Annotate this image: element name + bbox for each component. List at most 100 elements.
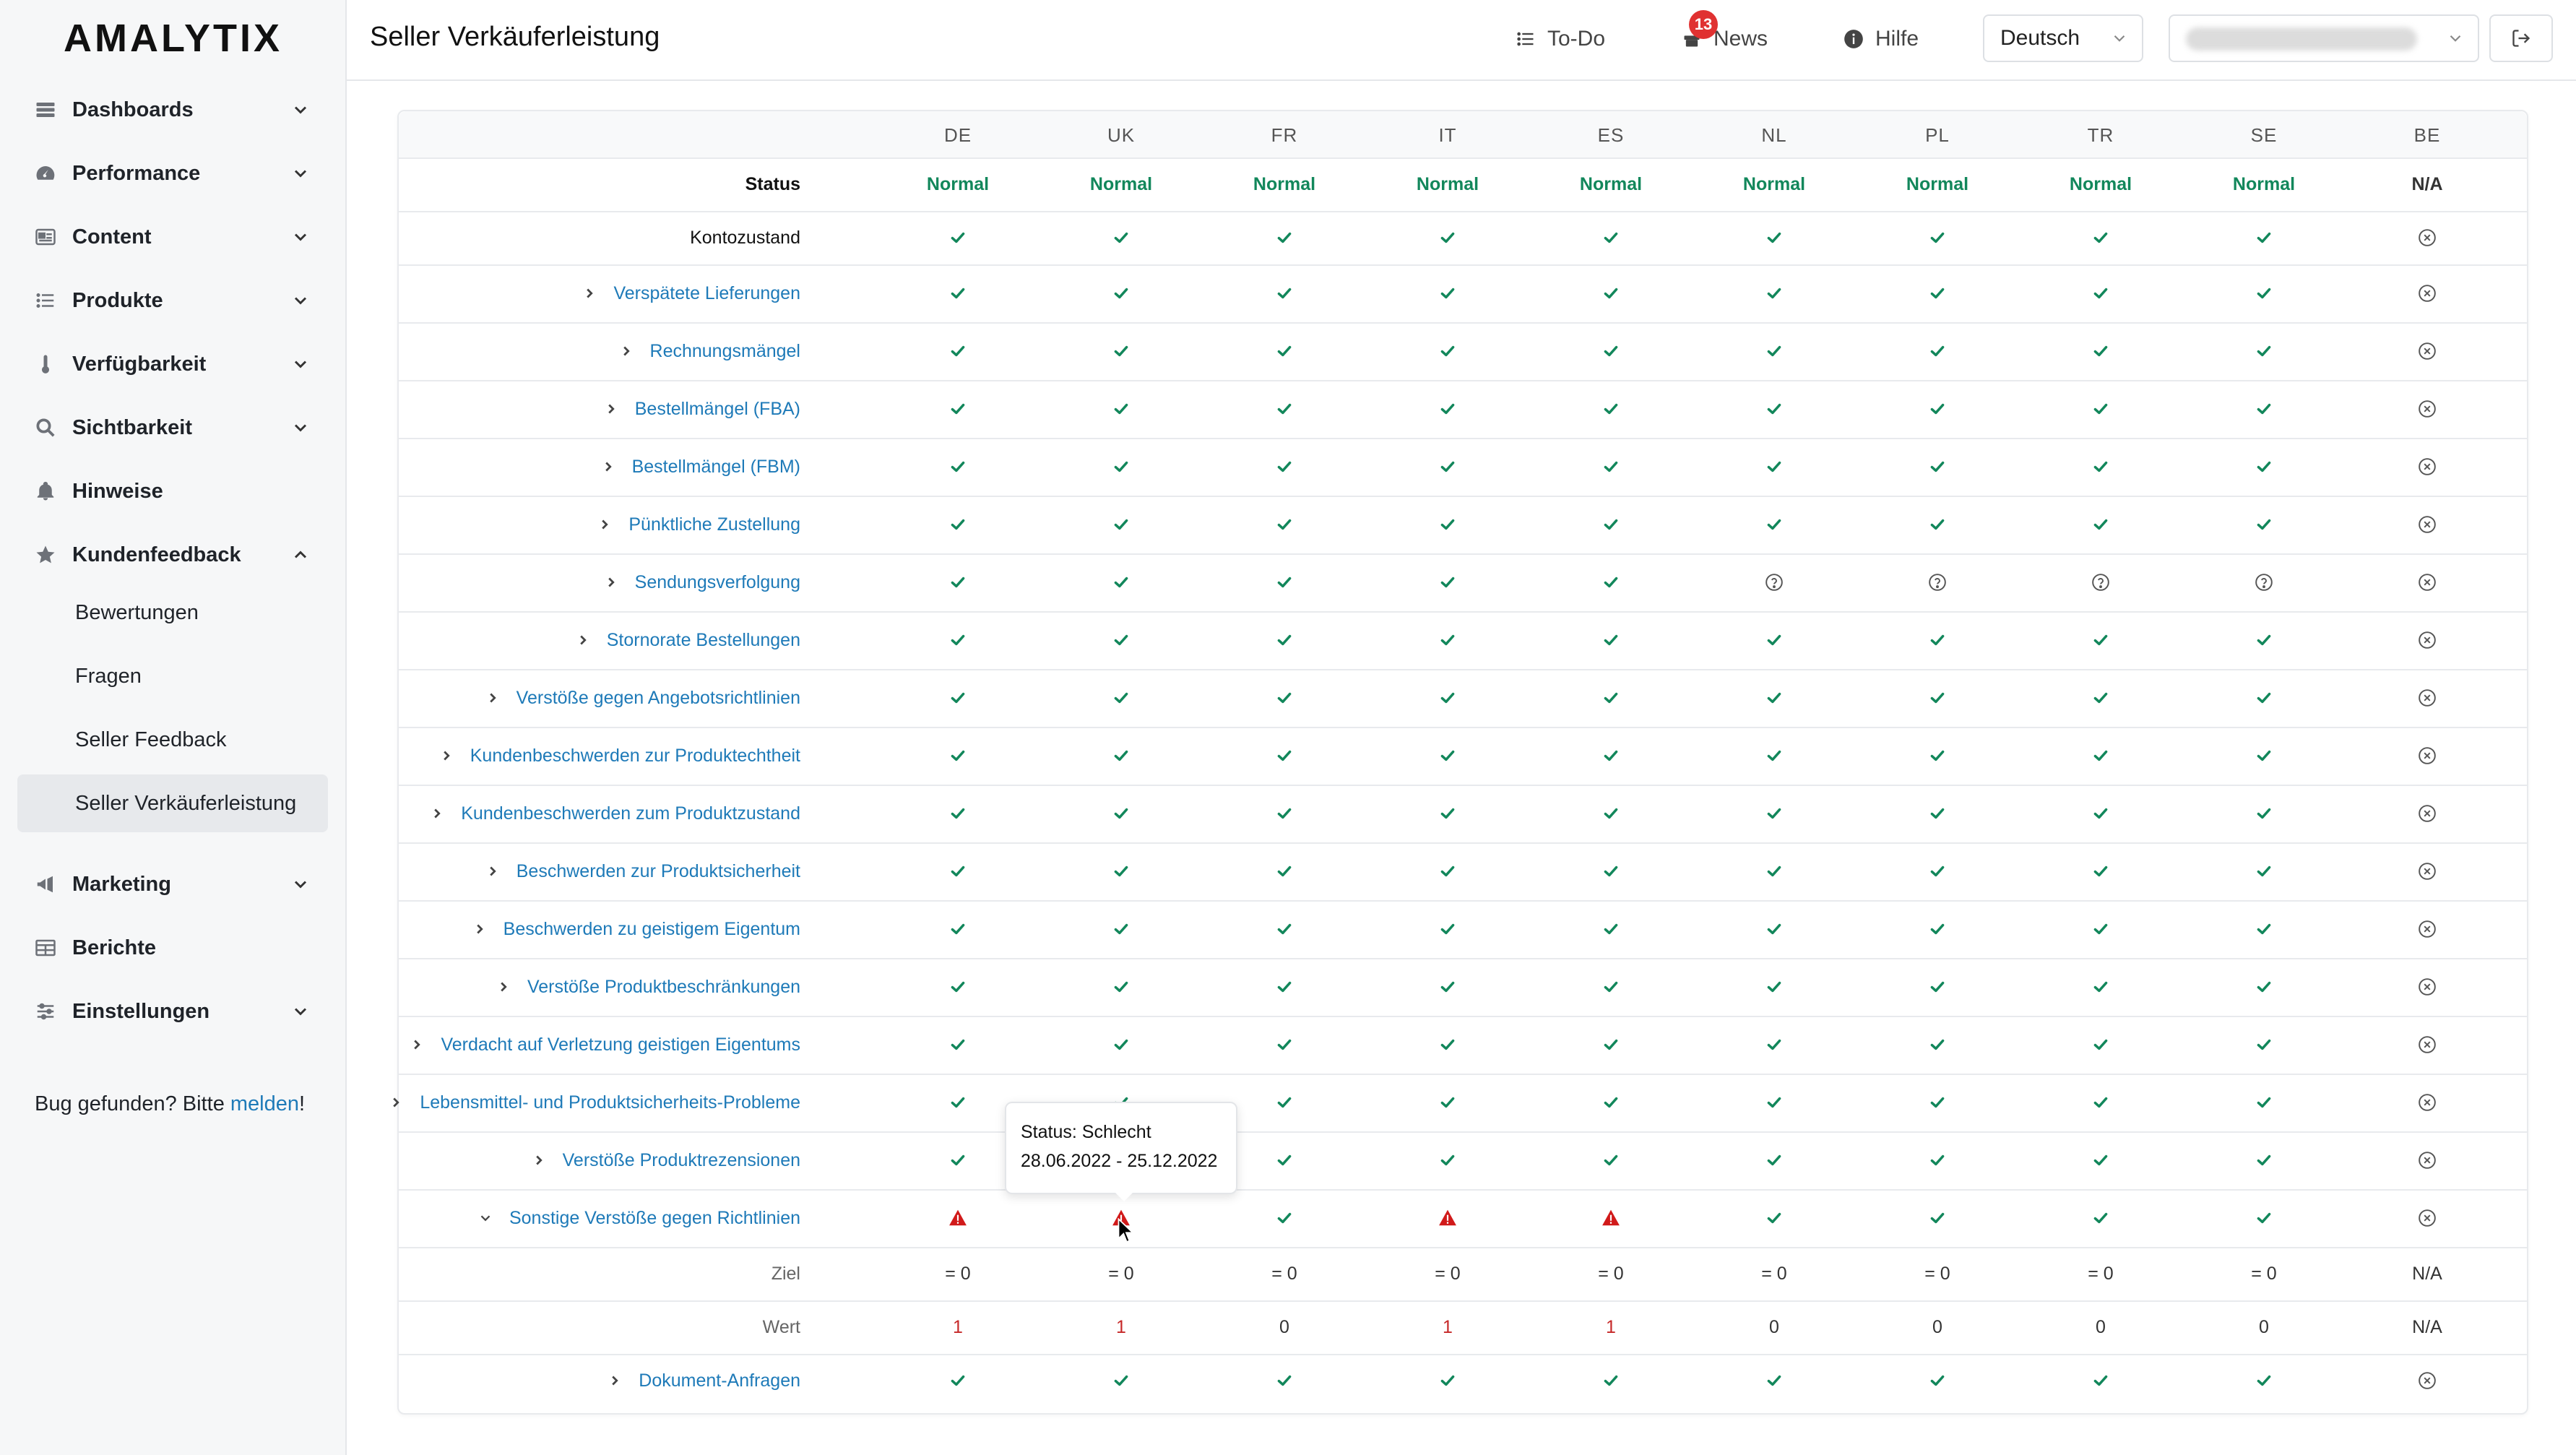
row-label[interactable]: Beschwerden zu geistigem Eigentum <box>472 900 800 958</box>
sidebar-item-einstellungen[interactable]: Einstellungen <box>17 983 328 1040</box>
check-icon <box>1078 322 1164 380</box>
chevron-right-icon[interactable] <box>603 574 635 590</box>
chevron-right-icon[interactable] <box>429 806 461 821</box>
sidebar-item-performance[interactable]: Performance <box>17 144 328 202</box>
dashboard-icon <box>33 98 58 122</box>
account-select[interactable] <box>2169 14 2479 62</box>
chevron-right-icon[interactable] <box>603 401 635 417</box>
sidebar-item-content[interactable]: Content <box>17 208 328 266</box>
check-icon <box>1894 1016 1981 1074</box>
table-row[interactable]: Verdacht auf Verletzung geistigen Eigent… <box>399 1016 2527 1075</box>
row-label[interactable]: Verstöße Produktrezensionen <box>531 1131 800 1189</box>
chevron-right-icon[interactable] <box>438 748 470 764</box>
table-row[interactable]: Bestellmängel (FBM) <box>399 438 2527 497</box>
chevron-right-icon[interactable] <box>472 921 503 937</box>
table-row[interactable]: Beschwerden zu geistigem Eigentum <box>399 900 2527 959</box>
row-label[interactable]: Dokument-Anfragen <box>607 1354 800 1407</box>
table-row[interactable]: Beschwerden zur Produktsicherheit <box>399 842 2527 902</box>
sidebar-subitem-4[interactable]: Seller Verkäuferleistung <box>17 774 328 832</box>
row-label[interactable]: Verspätete Lieferungen <box>582 264 800 322</box>
check-icon <box>1568 611 1654 669</box>
table-row[interactable]: Stornorate Bestellungen <box>399 611 2527 670</box>
check-icon <box>2221 785 2307 842</box>
table-row[interactable]: Verstöße gegen Angebotsrichtlinien <box>399 669 2527 728</box>
table-row[interactable]: Kundenbeschwerden zur Produktechtheit <box>399 727 2527 786</box>
report-bug-link[interactable]: melden <box>230 1092 299 1115</box>
sidebar-item-berichte[interactable]: Berichte <box>17 919 328 977</box>
chevron-right-icon[interactable] <box>618 343 650 359</box>
row-label[interactable]: Stornorate Bestellungen <box>575 611 800 669</box>
check-icon <box>1568 264 1654 322</box>
chevron-right-icon[interactable] <box>388 1095 420 1110</box>
chevron-right-icon[interactable] <box>582 285 613 301</box>
table-row[interactable]: Lebensmittel- und Produktsicherheits-Pro… <box>393 1074 2527 1133</box>
sidebar-item-hinweise[interactable]: Hinweise <box>17 462 328 520</box>
chevron-right-icon[interactable] <box>485 690 517 706</box>
table-row[interactable]: Bestellmängel (FBA) <box>399 380 2527 439</box>
sidebar-item-kundenfeedback[interactable]: Kundenfeedback <box>17 526 328 584</box>
chevron-right-icon[interactable] <box>600 459 632 475</box>
row-label[interactable]: Kundenbeschwerden zur Produktechtheit <box>438 727 800 785</box>
row-label[interactable]: Kundenbeschwerden zum Produktzustand <box>429 785 800 842</box>
row-label[interactable]: Verstöße Produktbeschränkungen <box>496 958 800 1016</box>
sidebar-item-sichtbarkeit[interactable]: Sichtbarkeit <box>17 399 328 457</box>
warning-icon[interactable] <box>1404 1189 1491 1247</box>
row-label[interactable]: Pünktliche Zustellung <box>597 496 800 553</box>
table-cell: 1 <box>1606 1316 1616 1337</box>
page-title: Seller Verkäuferleistung <box>370 22 660 52</box>
chevron-right-icon[interactable] <box>575 632 607 648</box>
table-row[interactable]: Sendungsverfolgung <box>399 553 2527 613</box>
row-label[interactable]: Verstöße gegen Angebotsrichtlinien <box>485 669 800 727</box>
table-row[interactable]: Dokument-Anfragen <box>399 1354 2527 1407</box>
table-cell: 1 <box>1116 1316 1126 1337</box>
help-button[interactable]: Hilfe <box>1844 22 1919 56</box>
table-row[interactable]: Pünktliche Zustellung <box>399 496 2527 555</box>
check-icon <box>1241 553 1328 611</box>
check-icon <box>2057 211 2144 264</box>
table-row[interactable]: Verstöße Produktrezensionen <box>399 1131 2527 1191</box>
sidebar-item-verfügbarkeit[interactable]: Verfügbarkeit <box>17 335 328 393</box>
table-row[interactable]: Rechnungsmängel <box>399 322 2527 381</box>
table-row[interactable]: Kundenbeschwerden zum Produktzustand <box>399 785 2527 844</box>
chevron-down-icon[interactable] <box>477 1210 509 1226</box>
sidebar-subitem-2[interactable]: Fragen <box>17 647 328 705</box>
sidebar-item-marketing[interactable]: Marketing <box>17 855 328 913</box>
app-logo[interactable]: AMALYTIX <box>64 16 282 61</box>
row-label[interactable]: Sendungsverfolgung <box>603 553 800 611</box>
column-header-fr: FR <box>1271 124 1298 146</box>
language-select[interactable]: Deutsch <box>1983 14 2143 62</box>
row-label[interactable]: Lebensmittel- und Produktsicherheits-Pro… <box>388 1074 800 1131</box>
row-label[interactable]: Rechnungsmängel <box>618 322 800 380</box>
table-row[interactable]: Verspätete Lieferungen <box>399 264 2527 324</box>
chevron-right-icon[interactable] <box>597 517 628 532</box>
chevron-right-icon[interactable] <box>607 1373 639 1389</box>
sidebar-item-produkte[interactable]: Produkte <box>17 272 328 329</box>
check-icon <box>915 842 1001 900</box>
row-label[interactable]: Beschwerden zur Produktsicherheit <box>485 842 800 900</box>
chevron-right-icon[interactable] <box>485 863 517 879</box>
sidebar-subitem-1[interactable]: Bewertungen <box>17 584 328 642</box>
row-label[interactable]: Bestellmängel (FBA) <box>603 380 800 438</box>
sidebar-subitem-3[interactable]: Seller Feedback <box>17 711 328 769</box>
table-row[interactable]: Sonstige Verstöße gegen Richtlinien <box>399 1189 2527 1248</box>
check-icon <box>1894 1074 1981 1131</box>
todo-button[interactable]: To-Do <box>1516 22 1605 56</box>
chevron-right-icon[interactable] <box>409 1037 441 1053</box>
chevron-right-icon[interactable] <box>496 979 527 995</box>
warning-icon[interactable] <box>1568 1189 1654 1247</box>
chevron-down-icon <box>2114 35 2125 42</box>
check-icon <box>1404 553 1491 611</box>
row-label[interactable]: Bestellmängel (FBM) <box>600 438 800 496</box>
chevron-right-icon[interactable] <box>531 1152 563 1168</box>
row-label[interactable]: Sonstige Verstöße gegen Richtlinien <box>477 1189 800 1247</box>
warning-icon[interactable] <box>915 1189 1001 1247</box>
logout-button[interactable] <box>2489 14 2553 62</box>
table-cell: Normal <box>1253 173 1316 194</box>
sidebar-item-dashboards[interactable]: Dashboards <box>17 81 328 139</box>
x-circle-icon <box>2384 264 2471 322</box>
table-cell: Normal <box>926 173 990 194</box>
check-icon <box>1404 669 1491 727</box>
row-label[interactable]: Verdacht auf Verletzung geistigen Eigent… <box>409 1016 800 1074</box>
table-cell: 1 <box>953 1316 963 1337</box>
table-row[interactable]: Verstöße Produktbeschränkungen <box>399 958 2527 1017</box>
